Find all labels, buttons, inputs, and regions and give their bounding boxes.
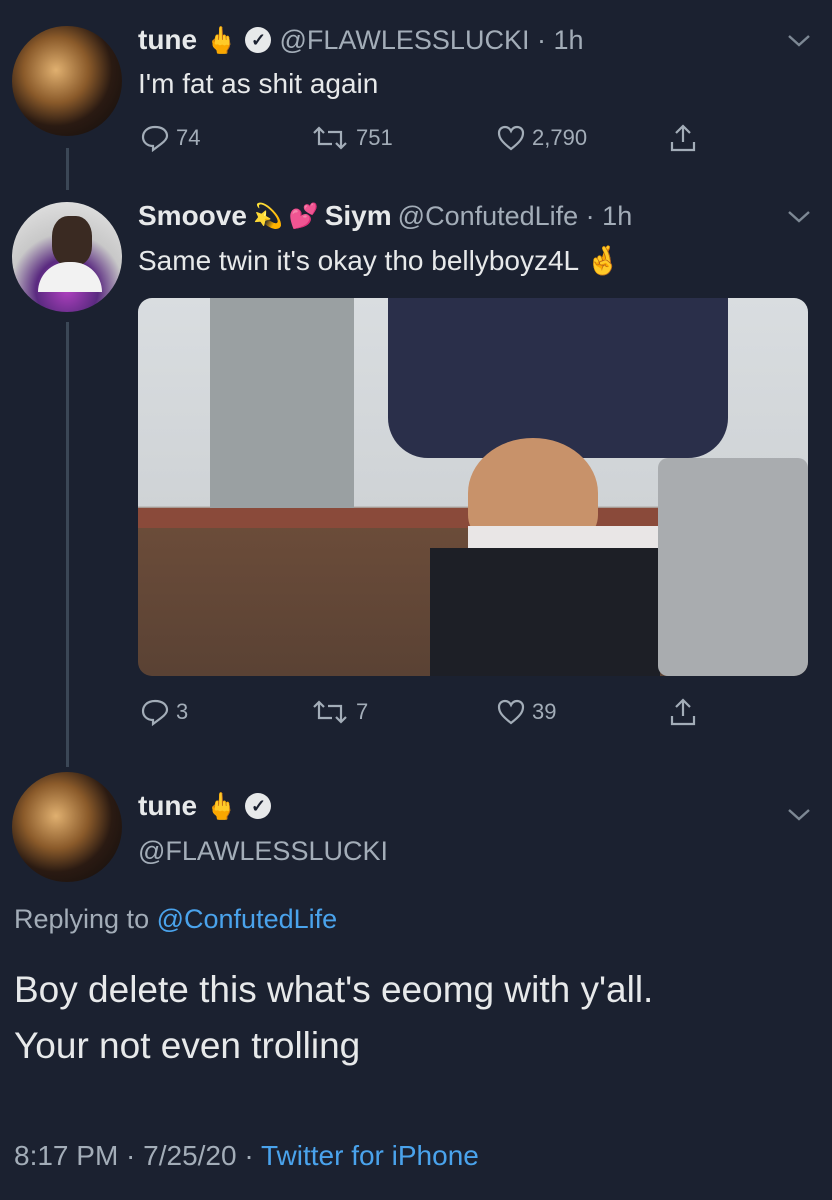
tweet-text: Same twin it's okay tho bellyboyz4L 🤞 (138, 244, 621, 277)
handle-time[interactable]: @ConfutedLife · 1h (398, 201, 633, 232)
thread-line-2 (66, 322, 69, 767)
like-button[interactable]: 39 (496, 698, 556, 726)
crossed-fingers-emoji: 🤞 (585, 245, 621, 276)
retweet-icon (313, 126, 347, 150)
replying-prefix: Replying to (14, 904, 150, 934)
retweet-button[interactable]: 7 (310, 698, 368, 726)
avatar[interactable] (12, 772, 122, 882)
tweet-text-line-2: Your not even trolling (14, 1025, 361, 1066)
timestamp[interactable]: 8:17 PM · 7/25/20 · (14, 1140, 254, 1171)
heart-icon (497, 699, 525, 725)
retweet-count: 751 (356, 125, 393, 150)
retweet-icon (313, 700, 347, 724)
handle[interactable]: @FLAWLESSLUCKI (138, 836, 388, 867)
reply-button[interactable]: 74 (140, 124, 200, 152)
like-button[interactable]: 2,790 (496, 124, 587, 152)
source-link[interactable]: Twitter for iPhone (261, 1140, 479, 1171)
middle-finger-emoji: 🖕 (205, 790, 238, 821)
avatar[interactable] (12, 26, 122, 136)
like-count: 2,790 (532, 125, 588, 150)
handle-time[interactable]: @FLAWLESSLUCKI · 1h (279, 25, 583, 56)
replying-to: Replying to @ConfutedLife (14, 904, 337, 935)
display-name-part-1[interactable]: Smoove (138, 200, 247, 232)
avatar[interactable] (12, 202, 122, 312)
reply-icon (141, 125, 169, 152)
chevron-down-icon[interactable] (786, 804, 812, 830)
middle-finger-emoji: 🖕 (205, 24, 238, 55)
chevron-down-icon[interactable] (786, 30, 812, 56)
display-name[interactable]: tune (138, 790, 197, 822)
verified-icon: ✓ (245, 793, 272, 819)
heart-icon (497, 125, 525, 151)
retweet-button[interactable]: 751 (310, 124, 393, 152)
share-icon[interactable] (668, 696, 698, 733)
tweet-header: Smoove 💫 💕 Siym @ConfutedLife · 1h (138, 200, 632, 232)
tweet-header: tune 🖕 ✓ (138, 790, 272, 822)
display-name[interactable]: tune (138, 24, 197, 56)
chevron-down-icon[interactable] (786, 206, 812, 232)
hearts-emoji: 💕 (288, 202, 319, 230)
tweet-text-body: Same twin it's okay tho bellyboyz4L (138, 245, 579, 276)
display-name-part-2[interactable]: Siym (325, 200, 392, 232)
dizzy-emoji: 💫 (252, 202, 283, 230)
verified-icon: ✓ (245, 27, 272, 53)
reply-icon (141, 699, 169, 726)
reply-count: 74 (176, 125, 201, 150)
tweet-text: I'm fat as shit again (138, 68, 379, 99)
replying-handle-link[interactable]: @ConfutedLife (157, 904, 338, 934)
reply-button[interactable]: 3 (140, 698, 188, 726)
thread-line-1 (66, 148, 69, 190)
tweet-photo[interactable] (138, 298, 808, 676)
tweet-text: Boy delete this what's eeomg with y'all.… (14, 962, 653, 1074)
like-count: 39 (532, 699, 557, 724)
reply-count: 3 (176, 699, 189, 724)
share-icon[interactable] (668, 122, 698, 159)
tweet-text-line-1: Boy delete this what's eeomg with y'all. (14, 969, 654, 1010)
tweet-header: tune 🖕 ✓ @FLAWLESSLUCKI · 1h (138, 24, 584, 56)
tweet-meta: 8:17 PM · 7/25/20 · Twitter for iPhone (14, 1140, 479, 1172)
retweet-count: 7 (356, 699, 369, 724)
